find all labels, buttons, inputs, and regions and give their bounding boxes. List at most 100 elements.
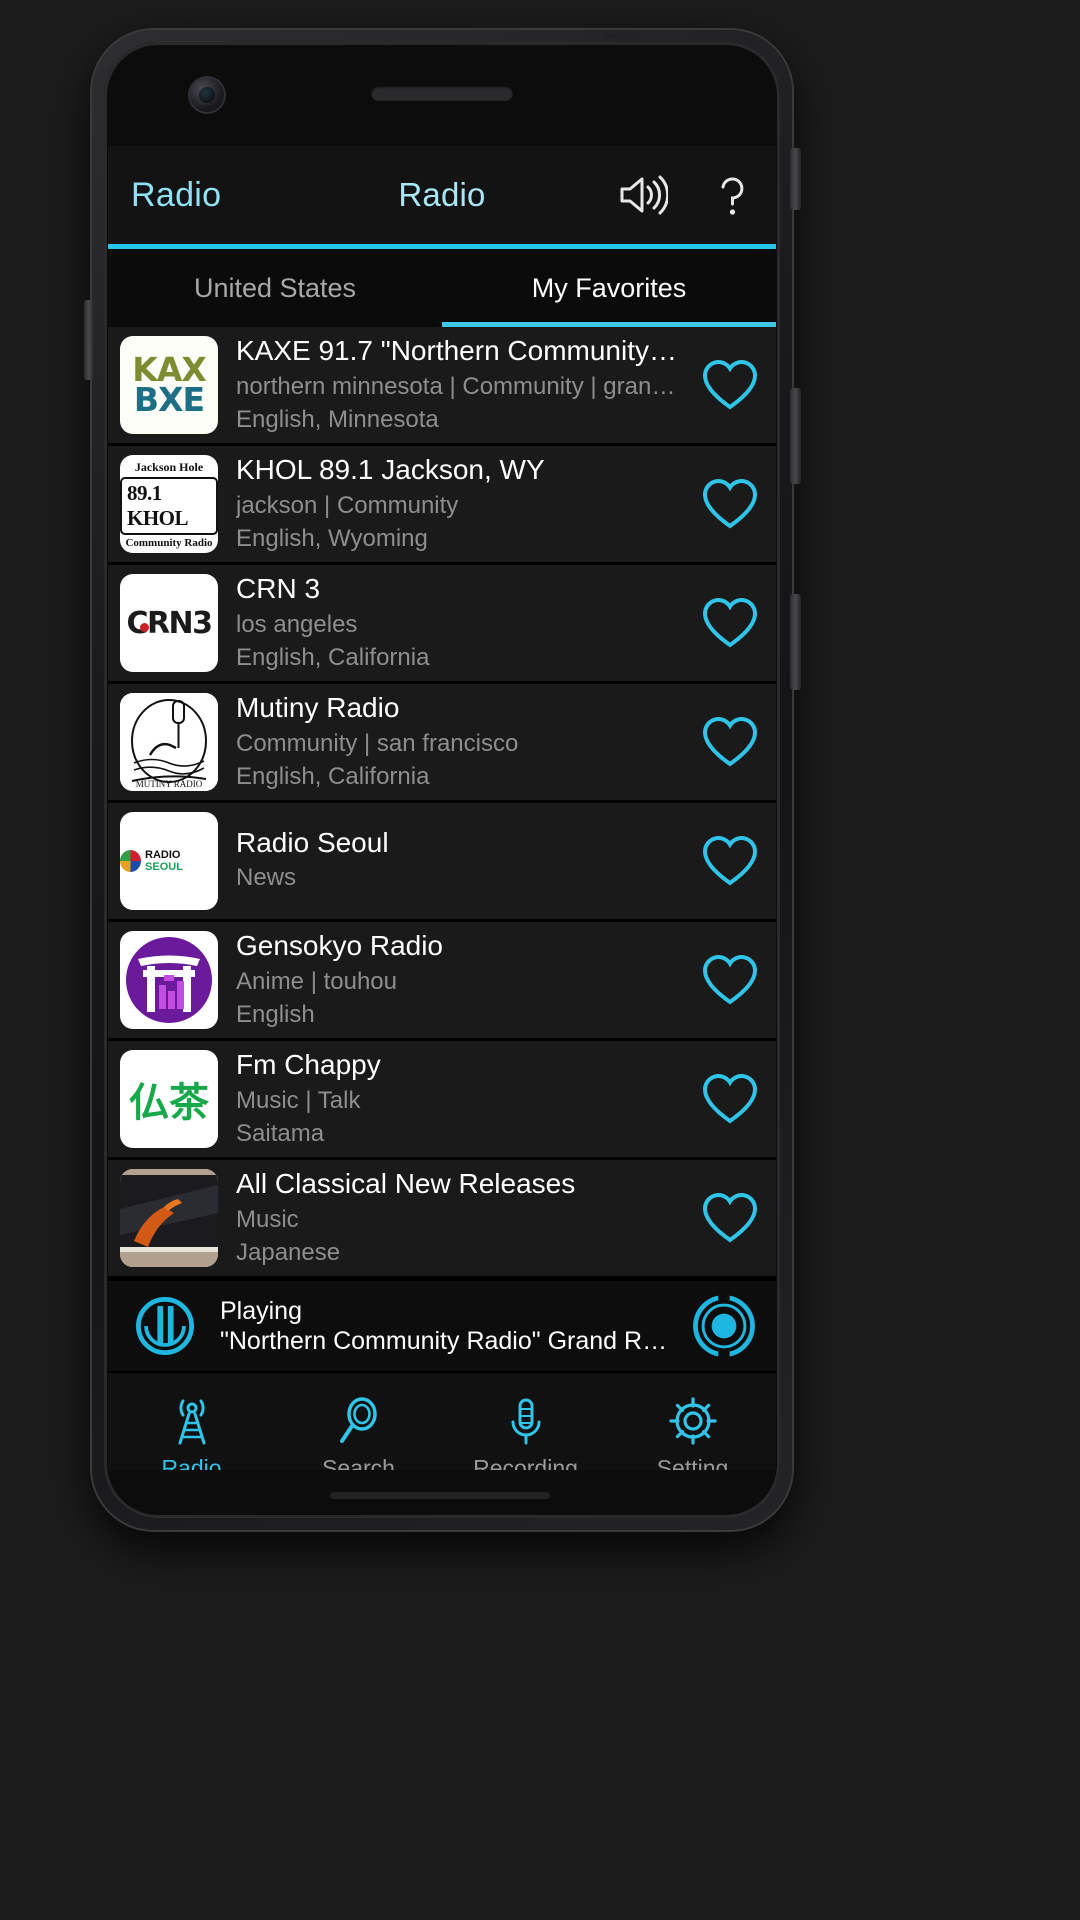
station-name: Fm Chappy <box>236 1049 381 1081</box>
logo-text-plate: 89.1 KHOL <box>120 476 218 535</box>
station-location: Japanese <box>236 1238 341 1266</box>
favorite-heart-icon[interactable] <box>684 359 776 411</box>
station-row[interactable]: Jackson Hole 89.1 KHOL Community Radio K… <box>108 446 776 565</box>
station-text: KHOL 89.1 Jackson, WY jackson | Communit… <box>218 454 684 554</box>
crn-red-dot-icon <box>140 623 149 632</box>
torii-gate-icon <box>126 937 212 1023</box>
now-playing-label: "Northern Community Radio" Grand Rapids,… <box>220 1327 672 1355</box>
station-logo-khol: Jackson Hole 89.1 KHOL Community Radio <box>120 455 218 553</box>
tab-united-states[interactable]: United States <box>108 249 442 327</box>
station-row[interactable]: All Classical New Releases Music Japanes… <box>108 1160 776 1279</box>
favorite-heart-icon[interactable] <box>684 478 776 530</box>
favorite-heart-icon[interactable] <box>684 597 776 649</box>
station-row[interactable]: KAX BXE KAXE 91.7 "Northern Community Ra… <box>108 327 776 446</box>
station-location: English, California <box>236 762 430 790</box>
tab-label: United States <box>193 272 357 303</box>
station-name: Radio Seoul <box>236 826 389 858</box>
logo-text-line2: BXE <box>133 380 205 419</box>
station-text: All Classical New Releases Music Japanes… <box>218 1168 684 1268</box>
station-logo-kaxe: KAX BXE <box>120 336 218 434</box>
seoul-emblem-icon <box>120 850 142 872</box>
volume-up-button[interactable] <box>790 388 801 484</box>
station-logo-gensokyo <box>120 931 218 1029</box>
phone-screen: Radio Radio United States My Favorites K… <box>108 146 776 1470</box>
nav-label: Radio <box>161 1454 222 1471</box>
player-status-label: Playing <box>220 1297 302 1325</box>
favorite-heart-icon[interactable] <box>684 1073 776 1125</box>
record-circle-icon[interactable] <box>672 1288 776 1364</box>
nav-label: Search <box>322 1454 395 1471</box>
logo-text-top: Jackson Hole <box>134 459 204 474</box>
left-side-button[interactable] <box>84 300 94 380</box>
pause-circle-icon[interactable] <box>124 1288 206 1364</box>
proximity-sensor <box>605 33 641 39</box>
station-text: Mutiny Radio Community | san francisco E… <box>218 692 684 792</box>
nav-label: Recording <box>473 1454 578 1471</box>
station-logo-all-classical <box>120 1169 218 1267</box>
station-tags: News <box>236 864 297 892</box>
favorite-heart-icon[interactable] <box>684 835 776 887</box>
nav-label: Setting <box>656 1454 729 1471</box>
station-name: Gensokyo Radio <box>236 930 444 962</box>
logo-text: MUTINY RADIO <box>136 779 203 789</box>
radio-tower-icon <box>166 1395 218 1447</box>
player-text: Playing "Northern Community Radio" Grand… <box>206 1296 672 1356</box>
station-logo-mutiny: MUTINY RADIO <box>120 693 218 791</box>
station-text: Radio Seoul News <box>218 827 684 896</box>
station-logo-seoul: RADIO SEOUL <box>120 812 218 910</box>
station-row[interactable]: MUTINY RADIO Mutiny Radio Community | sa… <box>108 684 776 803</box>
favorite-heart-icon[interactable] <box>684 1192 776 1244</box>
station-location: English <box>236 1000 315 1028</box>
station-location: Saitama <box>236 1119 325 1147</box>
nav-item-radio[interactable]: Radio <box>108 1373 275 1470</box>
nav-item-recording[interactable]: Recording <box>442 1373 609 1470</box>
station-name: Mutiny Radio <box>236 692 400 724</box>
app-header: Radio Radio <box>108 146 776 244</box>
station-tags: Anime | touhou <box>236 967 398 995</box>
magnifier-icon <box>333 1395 385 1447</box>
favorite-heart-icon[interactable] <box>684 716 776 768</box>
nav-item-setting[interactable]: Setting <box>609 1373 776 1470</box>
tab-bar: United States My Favorites <box>108 249 776 327</box>
station-tags: Music <box>236 1205 299 1233</box>
bottom-navigation-bar: Radio Search Recording Setting <box>108 1371 776 1470</box>
station-logo-crn: CRN3 <box>120 574 218 672</box>
speaker-volume-icon[interactable] <box>616 169 668 221</box>
microphone-icon <box>500 1395 552 1447</box>
nav-item-search[interactable]: Search <box>275 1373 442 1470</box>
station-row[interactable]: RADIO SEOUL Radio Seoul News <box>108 803 776 922</box>
volume-down-button[interactable] <box>790 594 801 690</box>
station-text: CRN 3 los angeles English, California <box>218 573 684 673</box>
station-row[interactable]: 仏茶 Fm Chappy Music | Talk Saitama <box>108 1041 776 1160</box>
gear-icon <box>667 1395 719 1447</box>
station-tags: northern minnesota | Community | grand r… <box>236 372 678 400</box>
front-camera-icon <box>188 76 226 114</box>
station-text: Gensokyo Radio Anime | touhou English <box>218 930 684 1030</box>
station-tags: Music | Talk <box>236 1086 361 1114</box>
station-tags: los angeles <box>236 610 358 638</box>
logo-text-bottom: Community Radio <box>125 536 213 549</box>
station-list[interactable]: KAX BXE KAXE 91.7 "Northern Community Ra… <box>108 327 776 1279</box>
logo-text: 仏茶 <box>120 1050 218 1148</box>
station-name: KAXE 91.7 "Northern Community Rad… <box>236 335 678 367</box>
station-location: English, Minnesota <box>236 405 439 433</box>
station-location: English, California <box>236 643 430 671</box>
question-mark-help-icon[interactable] <box>706 169 758 221</box>
station-location: English, Wyoming <box>236 524 428 552</box>
logo-text: CRN3 <box>120 574 218 672</box>
header-actions <box>616 169 758 221</box>
tab-my-favorites[interactable]: My Favorites <box>442 249 776 327</box>
power-button[interactable] <box>790 148 801 210</box>
station-name: CRN 3 <box>236 573 321 605</box>
station-row[interactable]: CRN3 CRN 3 los angeles English, Californ… <box>108 565 776 684</box>
home-indicator <box>330 1492 550 1499</box>
logo-text-seoul: SEOUL <box>145 861 183 873</box>
station-tags: jackson | Community <box>236 491 459 519</box>
favorite-heart-icon[interactable] <box>684 954 776 1006</box>
station-row[interactable]: Gensokyo Radio Anime | touhou English <box>108 922 776 1041</box>
earpiece-speaker <box>371 86 513 101</box>
player-bar: Playing "Northern Community Radio" Grand… <box>108 1279 776 1371</box>
station-name: All Classical New Releases <box>236 1168 576 1200</box>
station-tags: Community | san francisco <box>236 729 519 757</box>
tab-label: My Favorites <box>531 272 687 303</box>
